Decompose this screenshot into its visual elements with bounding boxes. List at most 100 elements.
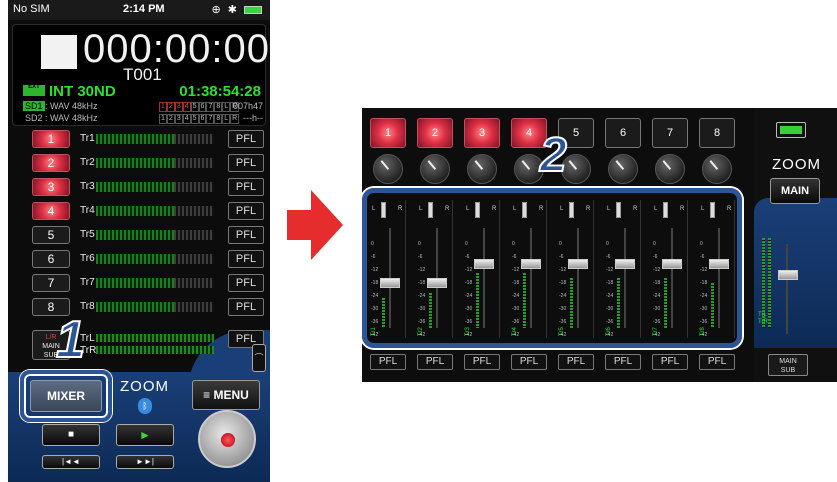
master-track xyxy=(786,244,788,334)
track-indicator: 5 xyxy=(190,102,199,112)
mixer-pfl-button[interactable]: PFL xyxy=(558,354,594,370)
master-r-label: TrR xyxy=(758,319,768,325)
menu-button[interactable]: ≡ MENU xyxy=(192,380,260,410)
play-button[interactable]: ► xyxy=(116,424,174,446)
pfl-button[interactable]: PFL xyxy=(228,130,264,148)
pfl-button[interactable]: PFL xyxy=(228,178,264,196)
ext-power-badge: EXT xyxy=(23,84,45,96)
gain-knob[interactable] xyxy=(655,154,685,184)
master-fader[interactable] xyxy=(778,270,798,280)
mixer-channel-button[interactable]: 2 xyxy=(417,118,453,148)
main-button[interactable]: MAIN xyxy=(770,178,820,204)
mixer-pfl-button[interactable]: PFL xyxy=(511,354,547,370)
channel-button[interactable]: 2 xyxy=(32,154,70,172)
mixer-channel-button[interactable]: 8 xyxy=(699,118,735,148)
channel-row: 2 Tr2 PFL xyxy=(28,154,264,172)
channel-button[interactable]: 3 xyxy=(32,178,70,196)
time-counter: 000:00:00 xyxy=(83,27,270,71)
mixer-pfl-button[interactable]: PFL xyxy=(370,354,406,370)
level-meter xyxy=(96,182,214,192)
sd2-row: SD2 : WAV 48kHz 12345678LR ---h-- xyxy=(23,113,263,125)
main-label: MAIN xyxy=(779,358,797,365)
clock: 2:14 PM xyxy=(123,3,165,15)
track-indicator: 4 xyxy=(182,114,191,124)
fast-forward-button[interactable]: ►►| xyxy=(116,455,174,469)
input-mode: INT 30ND xyxy=(49,83,116,100)
mixer-channel-button[interactable]: 7 xyxy=(652,118,688,148)
mixer-view: 12345678 L R 0 -6 -12 -18 -24 -30 -36 -42 -48 Tr1 L R… xyxy=(362,108,837,382)
track-indicator: 3 xyxy=(174,114,183,124)
pfl-button[interactable]: PFL xyxy=(228,274,264,292)
track-label: Tr7 xyxy=(80,277,95,288)
channel-row: 1 Tr1 PFL xyxy=(28,130,264,148)
level-meter xyxy=(96,254,214,264)
channel-button[interactable]: 7 xyxy=(32,274,70,292)
sd1-track-indicators: 12345678LR xyxy=(159,102,240,112)
track-indicator: 4 xyxy=(182,102,191,112)
mixer-pfl-button[interactable]: PFL xyxy=(699,354,735,370)
main-sub-button[interactable]: MAIN SUB xyxy=(768,354,808,376)
pfl-button[interactable]: PFL xyxy=(228,250,264,268)
stop-state-icon xyxy=(41,35,77,69)
sd2-remain: ---h-- xyxy=(243,113,263,123)
level-meter xyxy=(96,278,214,288)
sd2-track-indicators: 12345678LR xyxy=(159,114,240,124)
level-meter xyxy=(96,206,214,216)
channel-row: 3 Tr3 PFL xyxy=(28,178,264,196)
track-indicator: 5 xyxy=(190,114,199,124)
channel-button[interactable]: 6 xyxy=(32,250,70,268)
mixer-pfl-button[interactable]: PFL xyxy=(417,354,453,370)
gain-knob[interactable] xyxy=(702,154,732,184)
sd1-row: SD1 : WAV 48kHz 12345678LR 007h47 xyxy=(23,101,263,113)
gain-knob[interactable] xyxy=(608,154,638,184)
stop-button[interactable]: ■ xyxy=(42,424,100,446)
trl-level-meter xyxy=(96,334,214,342)
sd2-label: SD2 xyxy=(25,113,43,123)
zoom-logo: ZOOM xyxy=(120,378,169,395)
level-meter xyxy=(96,158,214,168)
track-label: Tr3 xyxy=(80,181,95,192)
sd1-remain: 007h47 xyxy=(232,101,263,111)
mixer-channel-button[interactable]: 6 xyxy=(605,118,641,148)
channel-button[interactable]: 1 xyxy=(32,130,70,148)
master-labels: TrL TrR xyxy=(758,312,768,326)
side-panel-toggle-icon[interactable]: ⌒ xyxy=(252,344,266,372)
mixer-channel-button[interactable]: 1 xyxy=(370,118,406,148)
mixer-channel-button[interactable]: 3 xyxy=(464,118,500,148)
fader-highlight xyxy=(362,188,742,348)
level-meter xyxy=(96,302,214,312)
record-icon xyxy=(221,433,235,447)
sub-label: SUB xyxy=(780,367,796,374)
pfl-button[interactable]: PFL xyxy=(228,226,264,244)
pfl-button[interactable]: PFL xyxy=(228,202,264,220)
track-indicator: 8 xyxy=(214,114,223,124)
channel-row: 4 Tr4 PFL xyxy=(28,202,264,220)
channel-button[interactable]: 4 xyxy=(32,202,70,220)
callout-1: 1 xyxy=(55,310,86,370)
channel-row: 7 Tr7 PFL xyxy=(28,274,264,292)
record-button[interactable] xyxy=(198,410,256,468)
mixer-pfl-button[interactable]: PFL xyxy=(464,354,500,370)
gain-knob[interactable] xyxy=(467,154,497,184)
channel-row: 5 Tr5 PFL xyxy=(28,226,264,244)
gain-knob[interactable] xyxy=(420,154,450,184)
mixer-pfl-button[interactable]: PFL xyxy=(652,354,688,370)
location-bluetooth-icon: ⊕ ✱ xyxy=(211,4,239,16)
channel-button[interactable]: 5 xyxy=(32,226,70,244)
sd2-format: : WAV 48kHz xyxy=(45,113,98,123)
pfl-button[interactable]: PFL xyxy=(228,298,264,316)
rewind-button[interactable]: |◄◄ xyxy=(42,455,100,469)
sd1-format: : WAV 48kHz xyxy=(45,101,98,111)
sd1-label: SD1 xyxy=(23,101,45,111)
level-meter xyxy=(96,230,214,240)
track-indicator: L xyxy=(222,114,231,124)
take-name: T001 xyxy=(123,65,162,84)
pfl-button[interactable]: PFL xyxy=(228,154,264,172)
track-indicator: L xyxy=(222,102,231,112)
trr-level-meter xyxy=(96,346,214,354)
mixer-pfl-button[interactable]: PFL xyxy=(605,354,641,370)
master-meter-r xyxy=(768,238,771,328)
recorder-display: 000:00:00 T001 EXT INT 30ND 01:38:54:28 … xyxy=(12,24,269,126)
gain-knob[interactable] xyxy=(373,154,403,184)
track-label: Tr1 xyxy=(80,133,95,144)
